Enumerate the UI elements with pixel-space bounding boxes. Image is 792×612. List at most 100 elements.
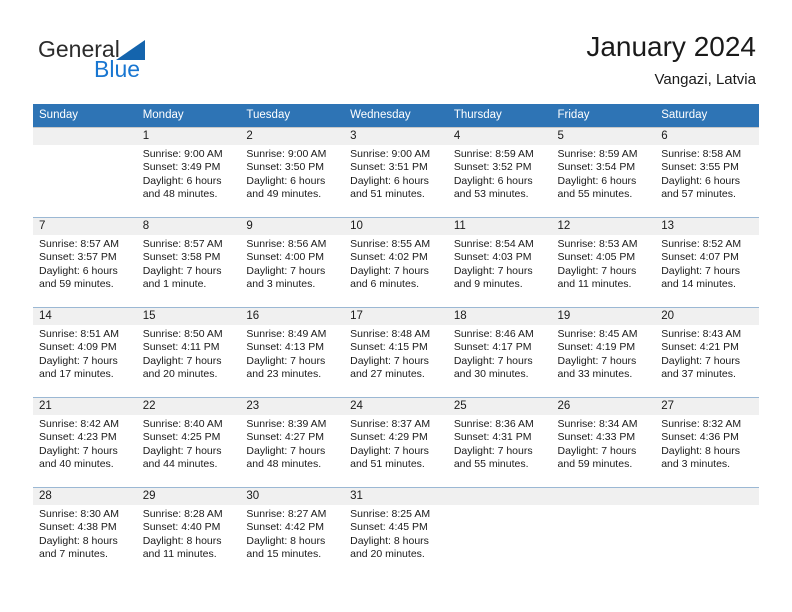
- daylight-duration-line2: and 3 minutes.: [661, 458, 731, 471]
- daylight-duration-line1: Daylight: 7 hours: [246, 444, 326, 457]
- calendar-day-cell[interactable]: 11 Sunrise: 8:54 AM Sunset: 4:03 PM Dayligh…: [447, 217, 552, 308]
- daylight-duration-line1: Daylight: 7 hours: [142, 264, 222, 277]
- calendar-day-cell[interactable]: 30 Sunrise: 8:27 AM Sunset: 4:42 PM Dayligh…: [240, 487, 345, 574]
- sunset-time: Sunset: 4:09 PM: [39, 341, 117, 354]
- day-cell-inner: 18 Sunrise: 8:46 AM Sunset: 4:17 PM Dayligh…: [447, 308, 552, 397]
- sunset-time: Sunset: 4:38 PM: [39, 521, 117, 534]
- calendar-header-row: Sunday Monday Tuesday Wednesday Thursday…: [33, 104, 759, 128]
- calendar-day-cell[interactable]: 31 Sunrise: 8:25 AM Sunset: 4:45 PM Dayligh…: [344, 487, 448, 574]
- calendar-week-row: 28 Sunrise: 8:30 AM Sunset: 4:38 PM Dayligh…: [33, 487, 759, 574]
- sunrise-time: Sunrise: 8:34 AM: [557, 418, 638, 430]
- calendar-day-cell[interactable]: 22 Sunrise: 8:40 AM Sunset: 4:25 PM Dayligh…: [136, 397, 241, 488]
- day-cell-inner: 17 Sunrise: 8:48 AM Sunset: 4:15 PM Dayligh…: [344, 308, 448, 397]
- day-details: Sunrise: 8:51 AM Sunset: 4:09 PM Daylight:…: [33, 325, 137, 382]
- daylight-duration-line1: Daylight: 7 hours: [39, 354, 118, 367]
- day-details: Sunrise: 8:32 AM Sunset: 4:36 PM Daylight:…: [655, 415, 759, 472]
- sunset-time: Sunset: 4:23 PM: [39, 431, 117, 444]
- day-number: 3: [344, 128, 448, 145]
- day-number: [551, 488, 656, 505]
- day-cell-inner: 19 Sunrise: 8:45 AM Sunset: 4:19 PM Dayligh…: [551, 308, 656, 397]
- daylight-duration-line1: Daylight: 7 hours: [350, 354, 429, 367]
- calendar-day-cell[interactable]: 17 Sunrise: 8:48 AM Sunset: 4:15 PM Dayligh…: [344, 307, 448, 398]
- calendar-week-row: 7 Sunrise: 8:57 AM Sunset: 3:57 PM Daylight…: [33, 217, 759, 308]
- sunrise-time: Sunrise: 8:37 AM: [350, 418, 431, 430]
- day-details: Sunrise: 8:50 AM Sunset: 4:11 PM Daylight:…: [137, 325, 241, 382]
- calendar-day-cell[interactable]: 21 Sunrise: 8:42 AM Sunset: 4:23 PM Dayligh…: [33, 397, 137, 488]
- day-details: Sunrise: 8:39 AM Sunset: 4:27 PM Daylight:…: [240, 415, 344, 472]
- day-cell-inner: 10 Sunrise: 8:55 AM Sunset: 4:02 PM Dayligh…: [344, 218, 448, 307]
- sunrise-time: Sunrise: 8:45 AM: [557, 328, 638, 340]
- day-cell-inner: 2 Sunrise: 9:00 AM Sunset: 3:50 PM Daylight…: [240, 128, 345, 217]
- daylight-duration-line1: Daylight: 8 hours: [142, 534, 222, 547]
- day-number: 5: [551, 128, 656, 145]
- weekday-header-thursday: Thursday: [447, 104, 552, 128]
- day-number: 26: [551, 398, 656, 415]
- calendar-day-cell-empty: [447, 487, 552, 574]
- daylight-duration-line1: Daylight: 8 hours: [39, 534, 118, 547]
- calendar-day-cell[interactable]: 16 Sunrise: 8:49 AM Sunset: 4:13 PM Dayligh…: [240, 307, 345, 398]
- sunset-time: Sunset: 4:19 PM: [557, 341, 636, 354]
- day-details: Sunrise: 8:54 AM Sunset: 4:03 PM Daylight:…: [448, 235, 552, 292]
- sunset-time: Sunset: 3:58 PM: [142, 251, 221, 264]
- calendar-day-cell[interactable]: 9 Sunrise: 8:56 AM Sunset: 4:00 PM Daylight…: [240, 217, 345, 308]
- calendar-day-cell[interactable]: 29 Sunrise: 8:28 AM Sunset: 4:40 PM Dayligh…: [136, 487, 241, 574]
- day-cell-inner: 28 Sunrise: 8:30 AM Sunset: 4:38 PM Dayligh…: [33, 488, 137, 574]
- calendar-day-cell[interactable]: 5 Sunrise: 8:59 AM Sunset: 3:54 PM Daylight…: [551, 127, 656, 218]
- weekday-header-friday: Friday: [551, 104, 656, 128]
- day-details: Sunrise: 8:40 AM Sunset: 4:25 PM Daylight:…: [137, 415, 241, 472]
- day-details: Sunrise: 8:43 AM Sunset: 4:21 PM Daylight:…: [655, 325, 759, 382]
- daylight-duration-line1: Daylight: 6 hours: [246, 174, 326, 187]
- calendar-day-cell[interactable]: 6 Sunrise: 8:58 AM Sunset: 3:55 PM Daylight…: [655, 127, 759, 218]
- sunrise-time: Sunrise: 9:00 AM: [246, 148, 327, 160]
- daylight-duration-line2: and 57 minutes.: [661, 188, 736, 201]
- calendar-day-cell[interactable]: 7 Sunrise: 8:57 AM Sunset: 3:57 PM Daylight…: [33, 217, 137, 308]
- calendar-day-cell[interactable]: 18 Sunrise: 8:46 AM Sunset: 4:17 PM Dayligh…: [447, 307, 552, 398]
- daylight-duration-line1: Daylight: 6 hours: [142, 174, 222, 187]
- day-details: Sunrise: 8:49 AM Sunset: 4:13 PM Daylight:…: [240, 325, 344, 382]
- sunrise-time: Sunrise: 8:40 AM: [142, 418, 223, 430]
- day-number: 4: [447, 128, 552, 145]
- calendar-day-cell[interactable]: 28 Sunrise: 8:30 AM Sunset: 4:38 PM Dayligh…: [33, 487, 137, 574]
- calendar-day-cell[interactable]: 14 Sunrise: 8:51 AM Sunset: 4:09 PM Dayligh…: [33, 307, 137, 398]
- calendar-day-cell[interactable]: 12 Sunrise: 8:53 AM Sunset: 4:05 PM Dayligh…: [551, 217, 656, 308]
- sunset-time: Sunset: 4:29 PM: [350, 431, 428, 444]
- day-number: [447, 488, 552, 505]
- calendar-day-cell[interactable]: 2 Sunrise: 9:00 AM Sunset: 3:50 PM Daylight…: [240, 127, 345, 218]
- day-cell-inner: 25 Sunrise: 8:36 AM Sunset: 4:31 PM Dayligh…: [447, 398, 552, 487]
- sunset-time: Sunset: 3:54 PM: [557, 161, 636, 174]
- calendar-day-cell[interactable]: 24 Sunrise: 8:37 AM Sunset: 4:29 PM Dayligh…: [344, 397, 448, 488]
- day-number: 17: [344, 308, 448, 325]
- daylight-duration-line1: Daylight: 6 hours: [661, 174, 741, 187]
- calendar-day-cell[interactable]: 8 Sunrise: 8:57 AM Sunset: 3:58 PM Daylight…: [136, 217, 241, 308]
- day-cell-inner: [447, 488, 552, 574]
- brand-logo[interactable]: General Blue: [38, 36, 238, 90]
- calendar-day-cell[interactable]: 1 Sunrise: 9:00 AM Sunset: 3:49 PM Daylight…: [136, 127, 241, 218]
- day-number: 2: [240, 128, 345, 145]
- day-cell-inner: 23 Sunrise: 8:39 AM Sunset: 4:27 PM Dayligh…: [240, 398, 345, 487]
- calendar-day-cell[interactable]: 25 Sunrise: 8:36 AM Sunset: 4:31 PM Dayligh…: [447, 397, 552, 488]
- daylight-duration-line2: and 20 minutes.: [350, 548, 425, 561]
- sunrise-time: Sunrise: 8:46 AM: [453, 328, 534, 340]
- calendar-day-cell[interactable]: 4 Sunrise: 8:59 AM Sunset: 3:52 PM Daylight…: [447, 127, 552, 218]
- calendar-day-cell[interactable]: 3 Sunrise: 9:00 AM Sunset: 3:51 PM Daylight…: [344, 127, 448, 218]
- daylight-duration-line2: and 48 minutes.: [142, 188, 218, 201]
- sunrise-time: Sunrise: 8:30 AM: [39, 508, 119, 520]
- calendar-day-cell[interactable]: 10 Sunrise: 8:55 AM Sunset: 4:02 PM Dayligh…: [344, 217, 448, 308]
- daylight-duration-line1: Daylight: 7 hours: [453, 354, 533, 367]
- calendar-day-cell[interactable]: 20 Sunrise: 8:43 AM Sunset: 4:21 PM Dayligh…: [655, 307, 759, 398]
- calendar-day-cell[interactable]: 23 Sunrise: 8:39 AM Sunset: 4:27 PM Dayligh…: [240, 397, 345, 488]
- daylight-duration-line1: Daylight: 7 hours: [142, 354, 222, 367]
- calendar-day-cell[interactable]: 13 Sunrise: 8:52 AM Sunset: 4:07 PM Dayligh…: [655, 217, 759, 308]
- calendar-day-cell[interactable]: 19 Sunrise: 8:45 AM Sunset: 4:19 PM Dayligh…: [551, 307, 656, 398]
- day-cell-inner: 15 Sunrise: 8:50 AM Sunset: 4:11 PM Dayligh…: [136, 308, 241, 397]
- sunset-time: Sunset: 4:05 PM: [557, 251, 636, 264]
- sunrise-time: Sunrise: 8:28 AM: [142, 508, 223, 520]
- daylight-duration-line2: and 11 minutes.: [557, 278, 632, 291]
- calendar-day-cell[interactable]: 26 Sunrise: 8:34 AM Sunset: 4:33 PM Dayligh…: [551, 397, 656, 488]
- calendar-day-cell[interactable]: 15 Sunrise: 8:50 AM Sunset: 4:11 PM Dayligh…: [136, 307, 241, 398]
- day-number: 24: [344, 398, 448, 415]
- calendar-day-cell[interactable]: 27 Sunrise: 8:32 AM Sunset: 4:36 PM Dayligh…: [655, 397, 759, 488]
- daylight-duration-line1: Daylight: 6 hours: [557, 174, 637, 187]
- sunrise-time: Sunrise: 8:27 AM: [246, 508, 327, 520]
- day-number: 22: [136, 398, 241, 415]
